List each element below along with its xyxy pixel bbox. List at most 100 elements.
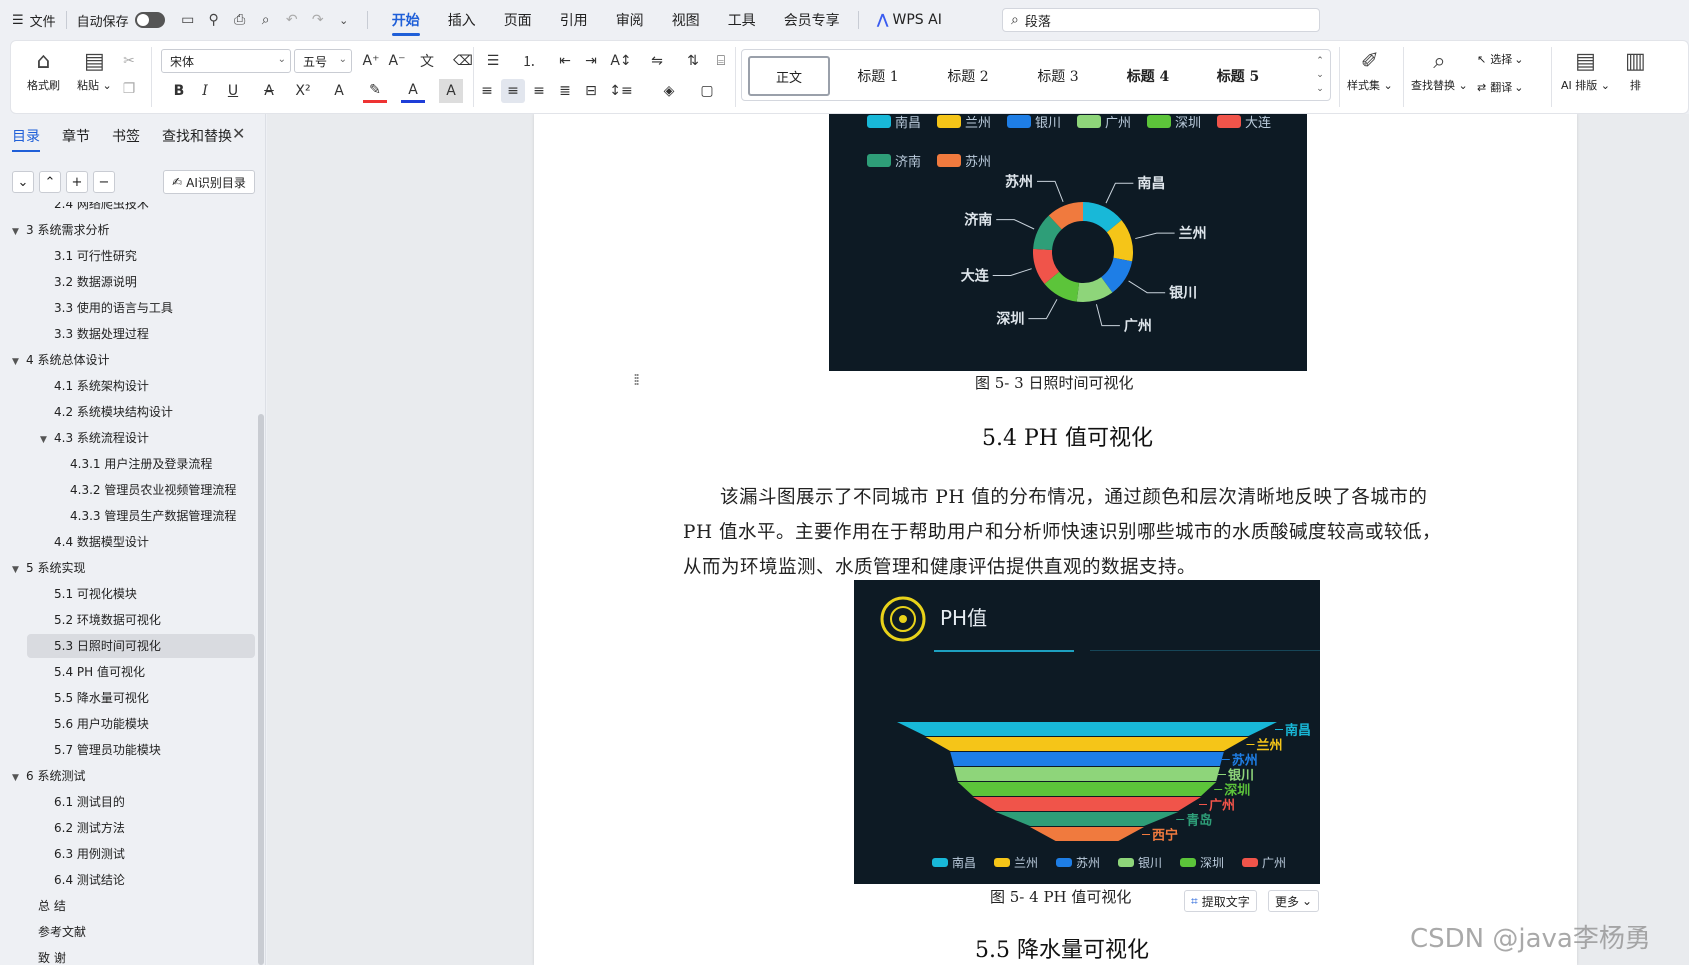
sort-button[interactable]: ▥ 排 [1625, 47, 1646, 93]
style-gallery-scroll[interactable]: ⌃ ⌄ ⌄ [1314, 54, 1326, 96]
toc-item[interactable]: ▼ 3 系统需求分析 [12, 218, 109, 242]
align-center-icon[interactable]: ≡ [501, 79, 525, 103]
shading-icon[interactable]: ◈ [657, 79, 681, 103]
expand-triangle-icon[interactable]: ▼ [40, 428, 54, 452]
toc-item[interactable]: 5.3 日照时间可视化 [54, 634, 161, 658]
add-heading-button[interactable]: + [66, 171, 88, 193]
phonetic-guide-icon[interactable]: 文 [415, 49, 439, 73]
font-size-select[interactable]: 五号 ⌄ [294, 49, 352, 73]
toc-item[interactable]: 6.1 测试目的 [54, 790, 125, 814]
shrink-font-icon[interactable]: A⁻ [385, 49, 409, 73]
promote-button[interactable]: ⌃ [39, 171, 61, 193]
style-set-button[interactable]: ✐ 样式集 ⌄ [1347, 47, 1393, 93]
copy-icon[interactable]: ❐ [117, 77, 141, 101]
drag-handle-icon[interactable]: ⁞⁞ [633, 370, 640, 389]
tab-page[interactable]: 页面 [490, 0, 546, 40]
toc-item[interactable]: ▼ 5 系统实现 [12, 556, 85, 580]
bold-icon[interactable]: B [167, 79, 191, 103]
toc-item[interactable]: 总 结 [38, 894, 66, 918]
expand-triangle-icon[interactable]: ▼ [12, 350, 26, 374]
toc-item[interactable]: 6.4 测试结论 [54, 868, 125, 892]
toc-item[interactable]: 2.4 网络爬虫技术 [54, 202, 149, 216]
style-heading-5[interactable]: 标题 5 [1194, 56, 1282, 96]
toc-item[interactable]: ▼ 4.3 系统流程设计 [40, 426, 149, 450]
extract-text-button[interactable]: ⌗ 提取文字 [1184, 890, 1257, 912]
justify-icon[interactable]: ≣ [553, 79, 577, 103]
toc-item[interactable]: 4.2 系统模块结构设计 [54, 400, 173, 424]
sidebar-scrollbar[interactable] [258, 414, 264, 965]
toc-item[interactable]: 4.3.2 管理员农业视频管理流程 [70, 478, 236, 502]
toc-item[interactable]: 5.7 管理员功能模块 [54, 738, 161, 762]
style-heading-4[interactable]: 标题 4 [1104, 56, 1192, 96]
toc-item[interactable]: 3.1 可行性研究 [54, 244, 137, 268]
toc-item[interactable]: ▼ 6 系统测试 [12, 764, 85, 788]
text-direction-icon[interactable]: A↕ [609, 49, 633, 73]
redo-icon[interactable]: ↷ [307, 9, 329, 31]
tab-view[interactable]: 视图 [658, 0, 714, 40]
close-icon[interactable]: ✕ [232, 124, 245, 143]
file-menu[interactable]: ☰ 文件 [12, 11, 56, 30]
distributed-icon[interactable]: ⊟ [579, 79, 603, 103]
align-right-icon[interactable]: ≡ [527, 79, 551, 103]
tab-home[interactable]: 开始 [378, 0, 434, 40]
font-color-icon[interactable]: A [401, 79, 425, 103]
highlight-icon[interactable]: ✎ [363, 79, 387, 103]
show-marks-icon[interactable]: ⌸ [709, 49, 733, 73]
toc-item[interactable]: 5.2 环境数据可视化 [54, 608, 161, 632]
find-replace-button[interactable]: ⌕ 查找替换 ⌄ [1411, 47, 1468, 93]
undo-icon[interactable]: ↶ [281, 9, 303, 31]
italic-icon[interactable]: I [193, 79, 217, 103]
link-icon[interactable]: ⚲ [203, 9, 225, 31]
tab-find-replace[interactable]: 查找和替换 [162, 126, 232, 152]
toc-item[interactable]: 5.1 可视化模块 [54, 582, 137, 606]
align-left-icon[interactable]: ≡ [475, 79, 499, 103]
search-input[interactable] [1024, 12, 1305, 28]
bullet-list-icon[interactable]: ☰ [481, 49, 505, 73]
select-button[interactable]: ↖ 选择 ⌄ [1477, 51, 1523, 67]
translate-button[interactable]: ⇄ 翻译 ⌄ [1477, 79, 1523, 95]
tab-tools[interactable]: 工具 [714, 0, 770, 40]
ai-layout-button[interactable]: ▤ AI 排版 ⌄ [1561, 47, 1610, 93]
text-wrap-icon[interactable]: ⇋ [645, 49, 669, 73]
sort-icon[interactable]: ⇅ [681, 49, 705, 73]
toc-item[interactable]: 5.6 用户功能模块 [54, 712, 149, 736]
print-preview-icon[interactable]: ⌕ [255, 9, 277, 31]
toc-item[interactable]: 4.4 数据模型设计 [54, 530, 149, 554]
strikethrough-icon[interactable]: A [257, 79, 281, 103]
toc-item[interactable]: 6.3 用例测试 [54, 842, 125, 866]
line-spacing-icon[interactable]: ↕≡ [609, 79, 633, 103]
border-icon[interactable]: ▢ [695, 79, 719, 103]
superscript-icon[interactable]: X² [291, 79, 315, 103]
paste-button[interactable]: ▤ 粘贴 ⌄ [77, 47, 112, 93]
tab-references[interactable]: 引用 [546, 0, 602, 40]
toc-item[interactable]: 4.3.3 管理员生产数据管理流程 [70, 504, 236, 528]
remove-heading-button[interactable]: − [93, 171, 115, 193]
format-painter-button[interactable]: ⌂ 格式刷 [27, 47, 60, 93]
style-heading-2[interactable]: 标题 2 [924, 56, 1012, 96]
text-effect-icon[interactable]: A [327, 79, 351, 103]
tab-bookmarks[interactable]: 书签 [112, 126, 140, 152]
chevron-down-icon[interactable]: ⌄ [333, 9, 355, 31]
tab-wps-ai[interactable]: ⋀ WPS AI [863, 0, 956, 40]
numbered-list-icon[interactable]: ⒈ [517, 49, 541, 73]
tab-member[interactable]: 会员专享 [770, 0, 854, 40]
toc-item[interactable]: 致 谢 [38, 946, 66, 965]
style-normal[interactable]: 正文 [748, 56, 830, 96]
toc-item[interactable]: 5.4 PH 值可视化 [54, 660, 145, 684]
more-button[interactable]: 更多 ⌄ [1268, 890, 1320, 912]
toc-item[interactable]: 5.5 降水量可视化 [54, 686, 149, 710]
toc-item[interactable]: 4.1 系统架构设计 [54, 374, 149, 398]
toc-item[interactable]: 参考文献 [38, 920, 86, 944]
collapse-all-button[interactable]: ⌄ [12, 171, 34, 193]
clear-format-icon[interactable]: ⌫ [451, 49, 475, 73]
expand-triangle-icon[interactable]: ▼ [12, 766, 26, 790]
expand-triangle-icon[interactable]: ▼ [12, 220, 26, 244]
font-name-select[interactable]: 宋体 ⌄ [161, 49, 291, 73]
toc-item[interactable]: 3.3 数据处理过程 [54, 322, 149, 346]
expand-triangle-icon[interactable]: ▼ [12, 558, 26, 582]
ai-toc-button[interactable]: ✍ AI识别目录 [163, 170, 255, 194]
tab-chapters[interactable]: 章节 [62, 126, 90, 152]
search-box[interactable]: ⌕ [1002, 8, 1320, 32]
cut-icon[interactable]: ✂ [117, 49, 141, 73]
style-heading-1[interactable]: 标题 1 [834, 56, 922, 96]
